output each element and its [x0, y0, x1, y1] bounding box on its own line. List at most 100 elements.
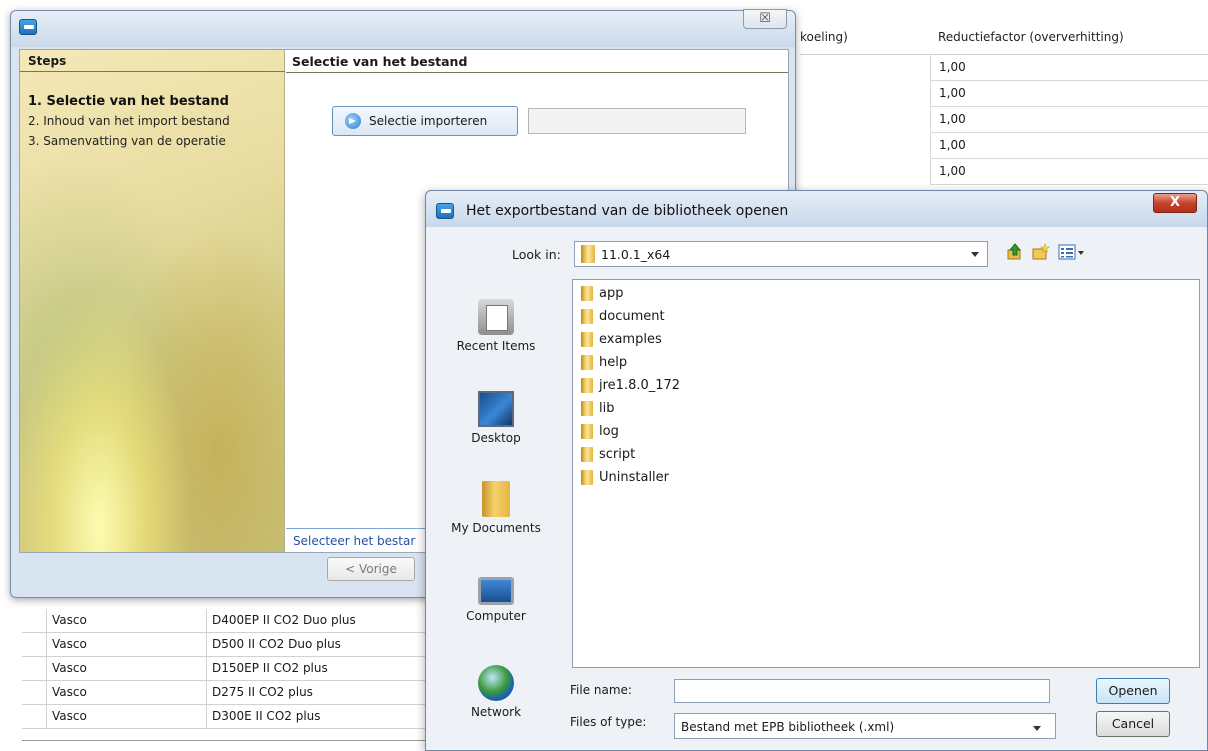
app-icon: [436, 203, 454, 219]
look-in-dropdown[interactable]: 11.0.1_x64: [574, 241, 988, 267]
look-in-label: Look in:: [512, 247, 561, 262]
computer-icon: [478, 577, 514, 605]
my-documents-icon: [482, 481, 510, 517]
list-item[interactable]: Uninstaller: [581, 470, 669, 485]
places-bar: Recent Items Desktop My Documents Comput…: [426, 279, 566, 749]
table-row[interactable]: Vasco D150EP II CO2 plus: [22, 657, 428, 681]
steps-title: Steps: [20, 50, 285, 72]
table-row[interactable]: Vasco D400EP II CO2 Duo plus: [22, 609, 428, 633]
previous-button[interactable]: < Vorige: [327, 557, 415, 581]
chevron-down-icon: [1033, 726, 1041, 731]
place-label: Computer: [466, 609, 526, 623]
place-recent-items[interactable]: Recent Items: [426, 299, 566, 353]
list-item[interactable]: help: [581, 355, 627, 370]
up-folder-icon[interactable]: [1006, 243, 1024, 261]
folder-icon: [581, 309, 593, 324]
wizard-titlebar[interactable]: ☒: [11, 9, 795, 47]
section-title: Selectie van het bestand: [292, 54, 468, 69]
product-cell: D275 II CO2 plus: [212, 685, 313, 699]
place-computer[interactable]: Computer: [426, 577, 566, 623]
table-row[interactable]: 1,00: [930, 159, 1208, 185]
place-label: My Documents: [451, 521, 541, 535]
place-my-documents[interactable]: My Documents: [426, 481, 566, 535]
folder-icon: [581, 332, 593, 347]
table-row[interactable]: 1,00: [930, 55, 1208, 81]
list-item[interactable]: script: [581, 447, 635, 462]
step-1: 1. Selectie van het bestand: [28, 94, 229, 109]
list-item[interactable]: lib: [581, 401, 614, 416]
table-row[interactable]: Vasco D500 II CO2 Duo plus: [22, 633, 428, 657]
file-type-dropdown[interactable]: Bestand met EPB bibliotheek (.xml): [674, 713, 1056, 739]
status-message: Selecteer het bestar: [293, 534, 416, 548]
brand-cell: Vasco: [52, 709, 87, 723]
table-cell: 1,00: [939, 112, 966, 126]
recent-items-icon: [478, 299, 514, 335]
column-header-cooling[interactable]: koeling): [800, 30, 848, 44]
file-open-dialog: Het exportbestand van de bibliotheek ope…: [425, 190, 1208, 751]
table-cell: 1,00: [939, 164, 966, 178]
import-selection-label: Selectie importeren: [369, 114, 488, 128]
column-header-reduction-factor[interactable]: Reductiefactor (oververhitting): [938, 30, 1124, 44]
file-list[interactable]: app document examples help jre1.8.0_172 …: [572, 279, 1200, 668]
list-item[interactable]: document: [581, 309, 665, 324]
file-name-input[interactable]: [674, 679, 1050, 703]
table-row[interactable]: 1,00: [930, 81, 1208, 107]
wizard-close-button[interactable]: ☒: [743, 9, 787, 29]
look-in-value: 11.0.1_x64: [601, 246, 671, 262]
network-icon: [478, 665, 514, 701]
file-type-value: Bestand met EPB bibliotheek (.xml): [681, 720, 895, 734]
file-name: app: [599, 286, 624, 301]
dialog-close-button[interactable]: X: [1153, 193, 1197, 213]
file-name: jre1.8.0_172: [599, 378, 681, 393]
folder-icon: [581, 447, 593, 462]
product-cell: D400EP II CO2 Duo plus: [212, 613, 356, 627]
list-item[interactable]: jre1.8.0_172: [581, 378, 680, 393]
steps-panel: Steps 1. Selectie van het bestand 2. Inh…: [20, 50, 285, 552]
import-icon: [345, 113, 361, 129]
list-item[interactable]: app: [581, 286, 623, 301]
brand-cell: Vasco: [52, 637, 87, 651]
folder-icon: [581, 378, 593, 393]
step-3: 3. Samenvatting van de operatie: [28, 134, 226, 148]
place-network[interactable]: Network: [426, 665, 566, 719]
file-name-label: File name:: [570, 683, 632, 697]
desktop-icon: [478, 391, 514, 427]
dialog-titlebar[interactable]: Het exportbestand van de bibliotheek ope…: [426, 191, 1207, 227]
file-name: log: [599, 424, 619, 439]
file-name: document: [599, 309, 665, 324]
view-menu-chevron-icon[interactable]: [1078, 251, 1084, 255]
selected-file-field[interactable]: [528, 108, 746, 134]
folder-icon: [581, 424, 593, 439]
import-selection-button[interactable]: Selectie importeren: [332, 106, 518, 136]
step-2: 2. Inhoud van het import bestand: [28, 114, 230, 128]
brand-cell: Vasco: [52, 613, 87, 627]
folder-icon: [581, 401, 593, 416]
place-desktop[interactable]: Desktop: [426, 391, 566, 445]
chevron-down-icon: [971, 252, 979, 257]
table-row[interactable]: Vasco D275 II CO2 plus: [22, 681, 428, 705]
product-cell: D300E II CO2 plus: [212, 709, 321, 723]
dialog-body: Look in: 11.0.1_x64 Recent Items Desktop…: [426, 227, 1207, 750]
folder-icon: [581, 355, 593, 370]
dialog-title: Het exportbestand van de bibliotheek ope…: [466, 203, 789, 219]
file-name: examples: [599, 332, 662, 347]
table-cell: 1,00: [939, 60, 966, 74]
table-row[interactable]: 1,00: [930, 133, 1208, 159]
file-name: Uninstaller: [599, 470, 670, 485]
open-button[interactable]: Openen: [1096, 678, 1170, 704]
list-item[interactable]: examples: [581, 332, 662, 347]
folder-icon: [581, 470, 593, 485]
place-label: Network: [470, 705, 522, 719]
list-item[interactable]: log: [581, 424, 619, 439]
view-menu-icon[interactable]: [1058, 243, 1076, 261]
brand-cell: Vasco: [52, 661, 87, 675]
product-cell: D150EP II CO2 plus: [212, 661, 328, 675]
file-name: help: [599, 355, 628, 370]
table-cell: 1,00: [939, 86, 966, 100]
place-label: Recent Items: [456, 339, 536, 353]
new-folder-icon[interactable]: [1032, 243, 1050, 261]
table-row[interactable]: Vasco D300E II CO2 plus: [22, 705, 428, 729]
table-row[interactable]: 1,00: [930, 107, 1208, 133]
cancel-button[interactable]: Cancel: [1096, 711, 1170, 737]
file-name: lib: [599, 401, 615, 416]
